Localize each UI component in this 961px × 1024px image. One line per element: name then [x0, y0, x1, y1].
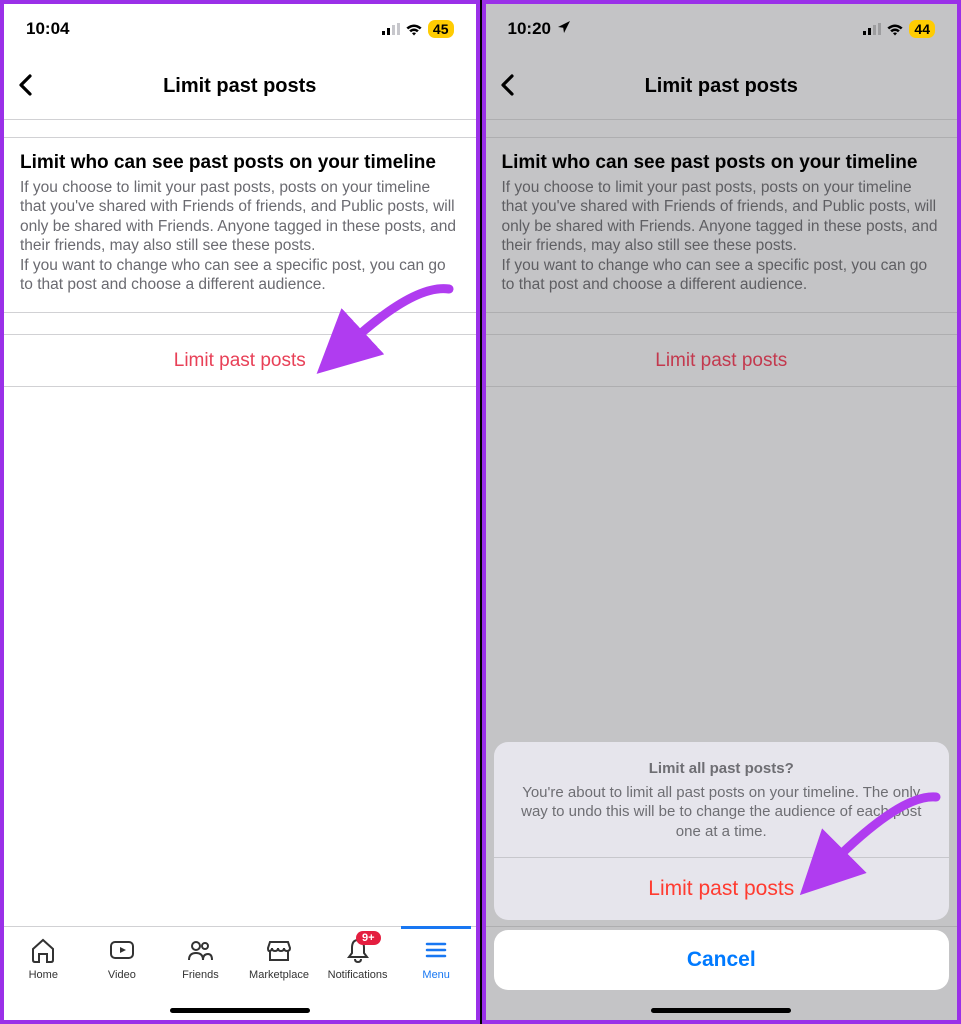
status-bar: 10:04 45: [4, 4, 476, 54]
friends-icon: [185, 935, 215, 965]
limit-past-posts-button[interactable]: Limit past posts: [486, 335, 958, 387]
marketplace-icon: [264, 935, 294, 965]
sheet-cancel-button[interactable]: Cancel: [494, 930, 950, 990]
signal-icon: [382, 23, 400, 35]
menu-icon: [421, 935, 451, 965]
sheet-message: You're about to limit all past posts on …: [518, 783, 926, 842]
action-sheet: Limit all past posts? You're about to li…: [494, 742, 950, 921]
phone-left: 10:04 45 Limit past posts Limit who can …: [0, 0, 480, 1024]
nav-title: Limit past posts: [163, 75, 316, 98]
video-icon: [107, 935, 137, 965]
navbar: Limit past posts: [4, 54, 476, 120]
navbar: Limit past posts: [486, 54, 958, 120]
limit-past-posts-button[interactable]: Limit past posts: [4, 335, 476, 387]
notifications-badge: 9+: [356, 931, 381, 945]
home-indicator: [651, 1008, 791, 1013]
section-desc-a: If you choose to limit your past posts, …: [20, 178, 460, 256]
tab-notifications[interactable]: 9+ Notifications: [323, 935, 393, 1020]
section-desc-b: If you want to change who can see a spec…: [502, 256, 942, 295]
back-button[interactable]: [18, 70, 32, 104]
home-indicator: [170, 1008, 310, 1013]
section-title: Limit who can see past posts on your tim…: [20, 152, 460, 174]
battery-level: 45: [428, 20, 454, 38]
info-section: Limit who can see past posts on your tim…: [486, 138, 958, 313]
status-time: 10:04: [26, 19, 69, 39]
tab-menu[interactable]: Menu: [401, 935, 471, 1020]
location-icon: [557, 19, 571, 39]
info-section: Limit who can see past posts on your tim…: [4, 138, 476, 313]
wifi-icon: [886, 23, 904, 36]
phone-right: 10:20 44 Limit past posts Limit who can …: [482, 0, 961, 1024]
tab-video[interactable]: Video: [87, 935, 157, 1020]
sheet-confirm-button[interactable]: Limit past posts: [494, 858, 950, 920]
tab-bar: Home Video Friends Marketplace 9+ Noti: [4, 926, 476, 1020]
section-title: Limit who can see past posts on your tim…: [502, 152, 942, 174]
tab-home[interactable]: Home: [8, 935, 78, 1020]
section-desc-a: If you choose to limit your past posts, …: [502, 178, 942, 256]
sheet-title: Limit all past posts?: [518, 760, 926, 777]
nav-title: Limit past posts: [645, 75, 798, 98]
back-button[interactable]: [500, 70, 514, 104]
battery-level: 44: [909, 20, 935, 38]
status-bar: 10:20 44: [486, 4, 958, 54]
signal-icon: [863, 23, 881, 35]
status-time: 10:20: [508, 19, 551, 39]
home-icon: [28, 935, 58, 965]
wifi-icon: [405, 23, 423, 36]
section-desc-b: If you want to change who can see a spec…: [20, 256, 460, 295]
